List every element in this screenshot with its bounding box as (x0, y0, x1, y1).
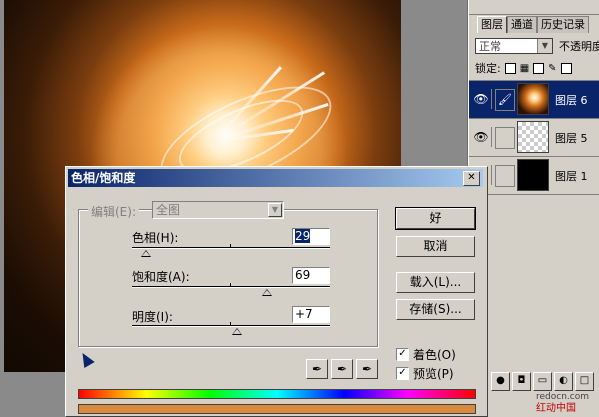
saturation-slider-tick (230, 283, 231, 287)
layer-thumbnail (517, 121, 549, 153)
lock-position-checkbox[interactable] (560, 62, 572, 74)
hue-slider-tick (230, 244, 231, 248)
palette-titlebar[interactable] (469, 0, 599, 15)
opacity-label: 不透明度 (559, 40, 599, 53)
lightness-slider-track[interactable] (132, 325, 330, 327)
saturation-slider-thumb[interactable] (262, 289, 272, 296)
layer-name: 图层 6 (555, 94, 588, 107)
lightness-input[interactable]: +7 (292, 306, 330, 323)
brush-icon: ✎ (548, 62, 557, 74)
lightness-slider-tick (230, 322, 231, 326)
palette-bottom-toolbar: ● ◘ ▭ ◐ □ (491, 372, 594, 391)
layer-row[interactable]: 👁 🖌 图层 6 (469, 81, 599, 119)
layer-thumbnail (517, 159, 549, 191)
mouse-cursor-icon (77, 349, 95, 369)
tab-layers[interactable]: 图层 (477, 16, 507, 33)
hue-label: 色相(H): (132, 231, 179, 245)
brush-icon[interactable]: 🖌 (495, 89, 515, 111)
layer-name: 图层 1 (555, 170, 588, 183)
palette-tabs: 图层 通道 历史记录 (477, 16, 589, 34)
ok-button[interactable]: 好 (395, 207, 476, 230)
eye-icon[interactable]: 👁 (471, 89, 492, 109)
load-button[interactable]: 载入(L)... (396, 272, 475, 293)
layer-thumbnail (517, 83, 549, 115)
layer-name: 图层 5 (555, 132, 588, 145)
saturation-label: 饱和度(A): (132, 270, 190, 284)
save-button[interactable]: 存储(S)... (396, 299, 475, 320)
tab-channels[interactable]: 通道 (507, 16, 537, 33)
lock-transparent-checkbox[interactable] (504, 62, 516, 74)
edit-select[interactable]: 全图 ▼ (152, 201, 284, 219)
preview-label: 预览(P) (413, 367, 454, 381)
preview-checkbox[interactable]: ✓ (396, 367, 409, 380)
lightness-slider-thumb[interactable] (232, 328, 242, 335)
edit-select-value: 全图 (156, 203, 181, 217)
hue-saturation-dialog: 色相/饱和度 ✕ 编辑(E): 全图 ▼ 色相(H): 29 饱和度(A): 6… (65, 166, 488, 417)
chevron-down-icon: ▼ (268, 203, 282, 217)
lock-label: 锁定: (475, 62, 501, 75)
layer-style-icon[interactable]: ● (491, 372, 510, 391)
eyedropper-icon[interactable]: ✒ (306, 359, 328, 379)
lock-row: 锁定: ▦ ✎ (475, 60, 572, 76)
checker-icon: ▦ (519, 62, 530, 74)
hue-spectrum-bar (78, 389, 476, 399)
close-icon[interactable]: ✕ (463, 171, 480, 186)
watermark-url: redocn.com (536, 392, 589, 402)
saturation-input[interactable]: 69 (292, 267, 330, 284)
result-color-bar (78, 404, 476, 414)
lock-pixels-checkbox[interactable] (533, 62, 545, 74)
watermark: redocn.com 红动中国 (536, 392, 589, 414)
folder-icon[interactable]: ▭ (533, 372, 552, 391)
link-slot[interactable] (495, 127, 515, 149)
colorize-row: ✓ 着色(O) (396, 346, 456, 363)
tab-history[interactable]: 历史记录 (537, 16, 589, 33)
lightness-label: 明度(I): (132, 310, 173, 324)
eye-icon[interactable]: 👁 (471, 127, 492, 147)
new-layer-icon[interactable]: □ (575, 372, 594, 391)
hue-input[interactable]: 29 (292, 228, 330, 245)
adjustment-layer-icon[interactable]: ◐ (554, 372, 573, 391)
saturation-slider-track[interactable] (132, 286, 330, 288)
layer-list: 👁 🖌 图层 6 👁 图层 5 👁 图层 1 (469, 80, 599, 195)
watermark-text: 红动中国 (536, 403, 576, 414)
edit-label: 编辑(E): (88, 203, 139, 220)
cancel-button[interactable]: 取消 (396, 236, 475, 257)
eyedropper-minus-icon[interactable]: ✒ (356, 359, 378, 379)
blend-mode-select[interactable]: 正常 ▼ (475, 38, 553, 54)
colorize-checkbox[interactable]: ✓ (396, 348, 409, 361)
layer-row[interactable]: 👁 图层 5 (469, 119, 599, 157)
colorize-label: 着色(O) (413, 348, 456, 362)
dialog-titlebar[interactable]: 色相/饱和度 ✕ (68, 169, 483, 187)
hue-slider-thumb[interactable] (141, 250, 151, 257)
mask-icon[interactable]: ◘ (512, 372, 531, 391)
eyedropper-plus-icon[interactable]: ✒ (331, 359, 353, 379)
chevron-down-icon: ▼ (537, 39, 552, 53)
link-slot[interactable] (495, 165, 515, 187)
blend-mode-value: 正常 (479, 40, 501, 53)
hue-slider-track[interactable] (132, 247, 330, 249)
dialog-title: 色相/饱和度 (71, 171, 136, 185)
layer-row[interactable]: 👁 图层 1 (469, 157, 599, 195)
hue-value: 29 (295, 229, 311, 243)
preview-row: ✓ 预览(P) (396, 365, 454, 382)
